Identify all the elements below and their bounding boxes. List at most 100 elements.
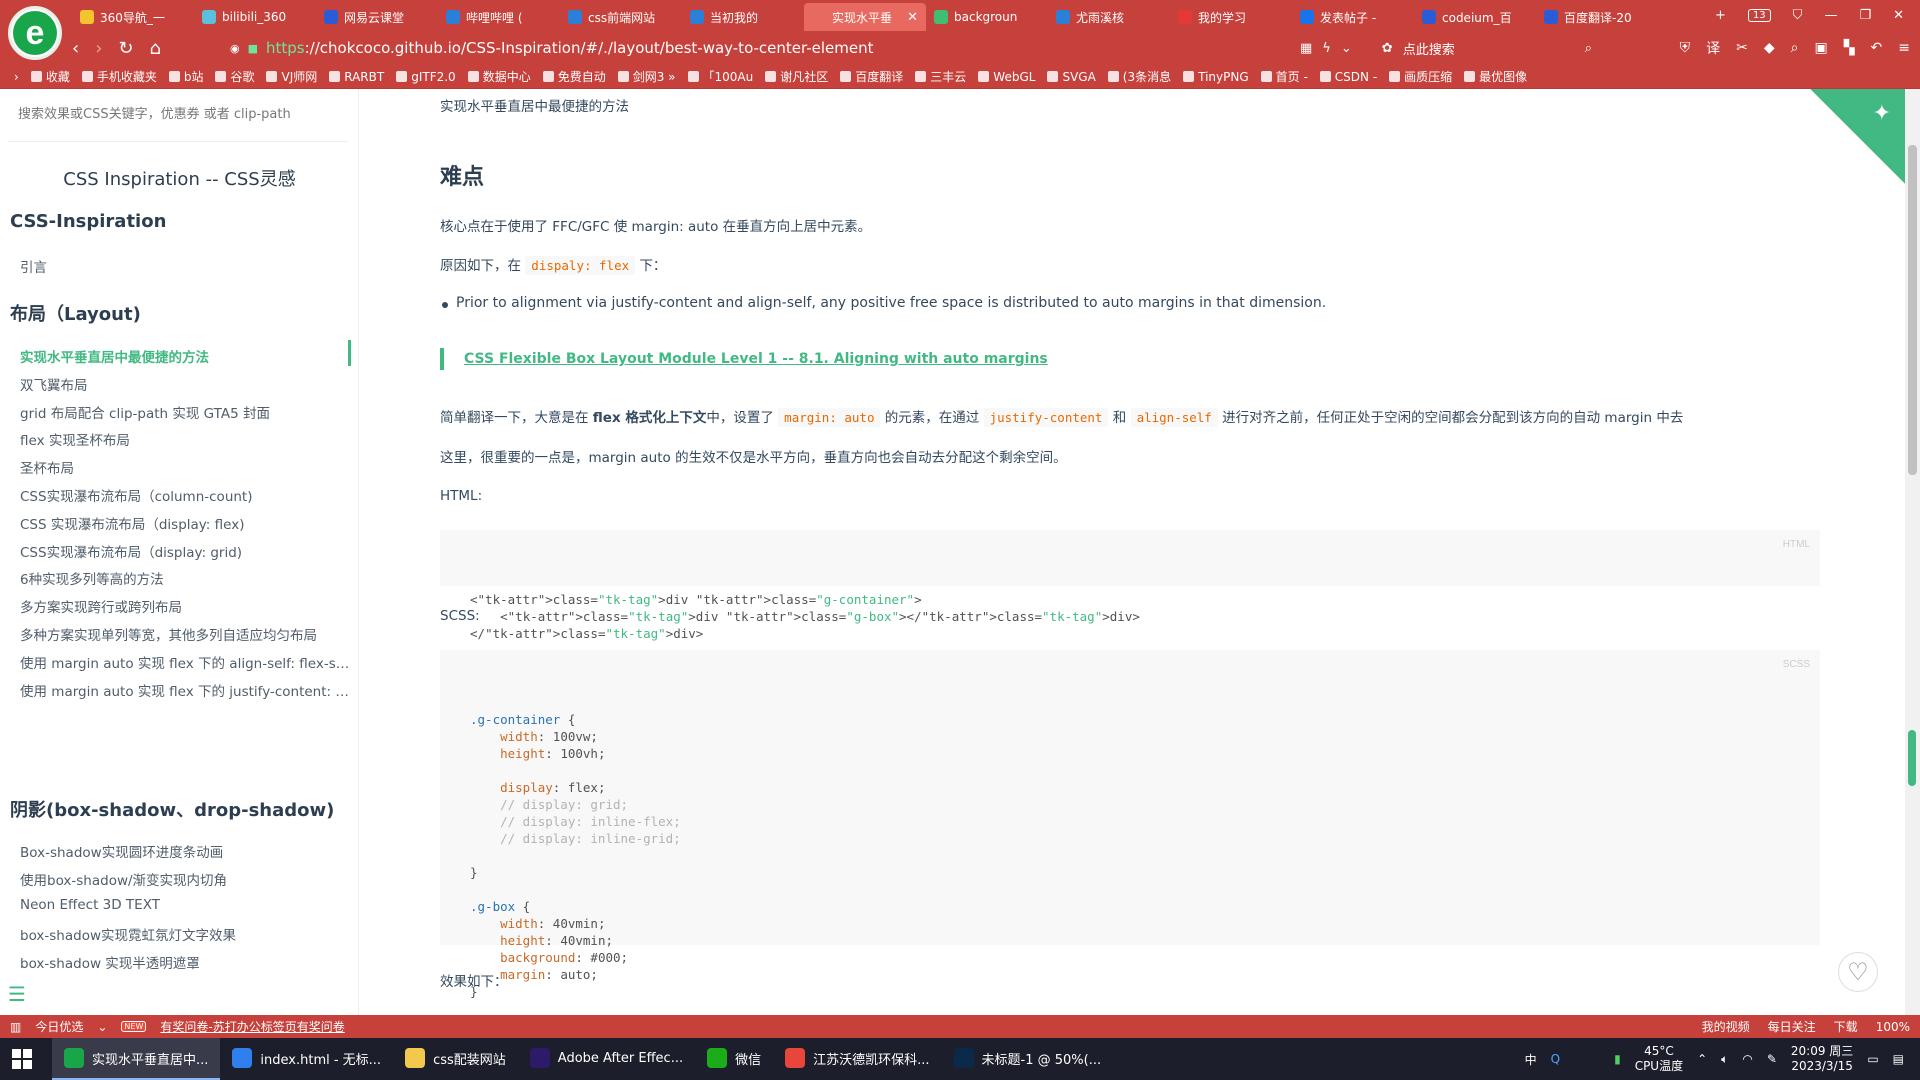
scrollbar[interactable] xyxy=(1905,89,1920,1015)
spec-link[interactable]: CSS Flexible Box Layout Module Level 1 -… xyxy=(464,351,1048,367)
browser-tab[interactable]: 实现水平垂 ✕ xyxy=(804,3,926,31)
bookmark-item[interactable]: WebGL xyxy=(978,70,1035,84)
sidebar-item-intro[interactable]: 引言 xyxy=(20,256,350,276)
status-item[interactable]: 我的视频 xyxy=(1702,1018,1750,1035)
sidebar-item-layout[interactable]: grid 布局配合 clip-path 实现 GTA5 封面 xyxy=(20,402,350,422)
chevron-down-icon[interactable]: ⌄ xyxy=(1341,41,1352,56)
url-field[interactable]: ◉ ■ https://chokcoco.github.io/CSS-Inspi… xyxy=(230,34,1300,62)
browser-tab[interactable]: 发表帖子 - xyxy=(1292,3,1414,31)
browser-tab[interactable]: backgroun xyxy=(926,3,1048,31)
section-heading-shadow[interactable]: 阴影(box-shadow、drop-shadow) xyxy=(10,796,334,822)
browser-tab[interactable]: bilibili_360 xyxy=(194,3,316,31)
browser-tab[interactable]: 我的学习 xyxy=(1170,3,1292,31)
tab-count-badge[interactable]: 13 xyxy=(1747,9,1771,22)
qq-icon[interactable]: Q xyxy=(1551,1052,1560,1066)
bookmark-item[interactable]: 谷歌 xyxy=(215,68,254,85)
site-title[interactable]: CSS Inspiration -- CSS灵感 xyxy=(0,165,358,191)
sidebar-item-layout[interactable]: 实现水平垂直居中最便捷的方法 xyxy=(20,346,350,366)
sidebar-item-layout[interactable]: flex 实现圣杯布局 xyxy=(20,429,350,449)
ime-indicator[interactable]: 中 xyxy=(1525,1051,1537,1068)
taskbar-app[interactable]: 江苏沃德凯环保科... xyxy=(773,1038,941,1080)
forward-icon[interactable]: › xyxy=(95,38,102,59)
bookmark-item[interactable]: 数据中心 xyxy=(467,68,531,85)
game-icon[interactable]: ◆ xyxy=(1764,40,1775,56)
bookmark-item[interactable]: CSDN - xyxy=(1319,70,1377,84)
taskbar-app[interactable]: css配装网站 xyxy=(393,1038,518,1080)
minimize-icon[interactable]: — xyxy=(1824,8,1837,23)
bookmark-item[interactable]: gITF2.0 xyxy=(396,70,456,84)
sidebar-item-layout[interactable]: CSS实现瀑布流布局（column-count) xyxy=(20,485,350,505)
bookmark-item[interactable]: 「100Au xyxy=(687,68,753,85)
sidebar-item-shadow[interactable]: Neon Effect 3D TEXT xyxy=(20,897,350,913)
status-item[interactable]: 下载 xyxy=(1834,1018,1858,1035)
sidebar-item-shadow[interactable]: box-shadow实现霓虹氛灯文字效果 xyxy=(20,924,350,944)
sidebar-item-shadow[interactable]: 使用box-shadow/渐变实现内切角 xyxy=(20,869,350,889)
restore-icon[interactable]: ❐ xyxy=(1859,8,1871,23)
volume-icon[interactable]: 🔈︎ xyxy=(1721,1052,1728,1067)
bookmark-item[interactable]: 谢凡社区 xyxy=(765,68,828,85)
sidebar-item-layout[interactable]: CSS实现瀑布流布局（display: grid) xyxy=(20,541,350,561)
bookmark-item[interactable]: 百度翻译 xyxy=(840,68,903,85)
section-heading-layout[interactable]: 布局（Layout) xyxy=(10,300,141,326)
bookmark-item[interactable]: 剑网3 » xyxy=(617,68,676,85)
bookmark-item[interactable]: TinyPNG xyxy=(1183,70,1249,84)
scss-code-block[interactable]: SCSS .g-container { width: 100vw; height… xyxy=(440,650,1820,999)
sidebar-item-layout[interactable]: CSS 实现瀑布流布局（display: flex) xyxy=(20,513,350,533)
shield-icon[interactable]: ⛨ xyxy=(1680,40,1691,56)
tab-close-icon[interactable]: ✕ xyxy=(907,10,918,25)
status-item[interactable]: 100% xyxy=(1876,1020,1910,1034)
close-window-icon[interactable]: ✕ xyxy=(1893,8,1904,23)
taskbar-app[interactable]: 未标题-1 @ 50%(... xyxy=(942,1038,1114,1080)
lightning-icon[interactable]: ϟ xyxy=(1322,41,1331,56)
notification-icon[interactable]: ▤ xyxy=(1893,1052,1904,1066)
battery-icon[interactable]: ▮ xyxy=(1614,1052,1621,1066)
new-tab-button[interactable]: + xyxy=(1715,8,1726,23)
undo-icon[interactable]: ↶ xyxy=(1871,40,1883,56)
status-promo[interactable]: 今日优选 xyxy=(35,1018,83,1035)
bookmark-item[interactable]: 最优图像 xyxy=(1464,68,1527,85)
search-icon[interactable]: ⌕ xyxy=(1585,41,1592,56)
bookmark-item[interactable]: SVGA xyxy=(1047,70,1096,84)
bookmark-item[interactable]: 免费自动 xyxy=(542,68,606,85)
bookmark-item[interactable]: (3条消息 xyxy=(1107,68,1171,85)
sidebar-item-shadow[interactable]: Box-shadow实现圆环进度条动画 xyxy=(20,841,350,861)
taskbar-app[interactable]: index.html - 无标... xyxy=(220,1038,393,1080)
apps-icon[interactable]: ▚ xyxy=(1844,40,1855,56)
translate-icon[interactable]: 译 xyxy=(1706,38,1720,58)
bookmark-item[interactable]: VJ师网 xyxy=(266,68,317,85)
chevron-up-icon[interactable]: ⌃ xyxy=(1697,1052,1707,1066)
home-icon[interactable]: ⌂ xyxy=(150,38,161,59)
bookmark-item[interactable]: 首页 - xyxy=(1260,68,1308,85)
bookmark-item[interactable]: b站 xyxy=(168,68,203,85)
status-item[interactable]: 每日关注 xyxy=(1768,1018,1816,1035)
cube-icon[interactable]: ▣ xyxy=(1815,40,1828,56)
site-info-icon[interactable]: ◉ xyxy=(230,42,240,55)
sidebar-item-layout[interactable]: 多种方案实现单列等宽，其他多列自适应均匀布局 xyxy=(20,624,350,644)
scissors-icon[interactable]: ✂ xyxy=(1736,40,1748,56)
browser-tab[interactable]: 百度翻译-20 xyxy=(1536,3,1658,31)
cpu-temp[interactable]: 45°C CPU温度 xyxy=(1635,1044,1683,1074)
taskbar-app[interactable]: 实现水平垂直居中... xyxy=(52,1038,221,1080)
survey-link[interactable]: 有奖问卷-苏打办公标签页有奖问卷 xyxy=(160,1018,344,1035)
magnifier-icon[interactable]: ⌕ xyxy=(1791,40,1799,56)
windows-start-icon[interactable] xyxy=(12,1049,32,1069)
pen-icon[interactable]: ✎ xyxy=(1767,1052,1777,1066)
sidebar-item-layout[interactable]: 双飞翼布局 xyxy=(20,374,350,394)
browser-logo[interactable]: e xyxy=(8,6,62,60)
taskbar-app[interactable]: Adobe After Effec... xyxy=(518,1038,695,1080)
qr-icon[interactable]: ▦ xyxy=(1300,41,1312,56)
wifi-icon[interactable]: ◠ xyxy=(1742,1052,1752,1066)
bookmark-item[interactable]: 手机收藏夹 xyxy=(81,68,157,85)
bookmarks-toggle-icon[interactable]: › xyxy=(14,70,19,84)
browser-tab[interactable]: 哔哩哔哩 ( xyxy=(438,3,560,31)
section-heading-main[interactable]: CSS-Inspiration xyxy=(10,211,166,232)
sidebar-item-layout[interactable]: 多方案实现跨行或跨列布局 xyxy=(20,596,350,616)
sidebar-item-layout[interactable]: 使用 margin auto 实现 flex 下的 align-self: fl… xyxy=(20,652,350,672)
clock[interactable]: 20:09 周三 2023/3/15 xyxy=(1791,1044,1853,1074)
browser-tab[interactable]: 网易云课堂 xyxy=(316,3,438,31)
tshirt-icon[interactable]: ⛉ xyxy=(1793,8,1803,23)
search-input[interactable]: 搜索效果或CSS关键字，优惠券 或者 clip-path xyxy=(18,103,291,122)
like-heart-icon[interactable]: ♡ xyxy=(1838,952,1878,992)
browser-tab[interactable]: codeium_百 xyxy=(1414,3,1536,31)
sidebar-item-layout[interactable]: 使用 margin auto 实现 flex 下的 justify-conten… xyxy=(20,680,350,700)
